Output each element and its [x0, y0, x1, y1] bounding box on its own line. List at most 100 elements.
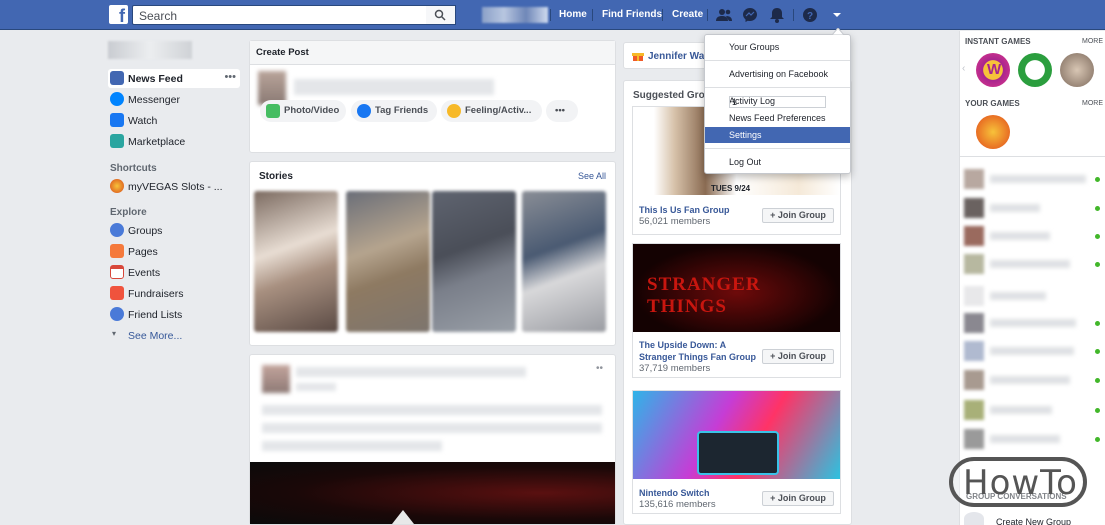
post-composer-input[interactable] — [294, 79, 494, 95]
chat-contact[interactable] — [964, 341, 1102, 361]
group-name[interactable]: The Upside Down: A Stranger Things Fan G… — [639, 339, 763, 363]
join-group-button[interactable]: + Join Group — [762, 349, 834, 364]
menu-item-label: Advertising on Facebook — [729, 69, 829, 79]
post-media[interactable] — [250, 462, 615, 524]
sidebar-item-label: Messenger — [128, 94, 180, 106]
group-card-stranger-things: STRANGER THINGS The Upside Down: A Stran… — [632, 243, 841, 378]
game-icon[interactable]: W — [976, 53, 1010, 87]
menu-item-activity-log[interactable]: Activity Log 1 — [705, 93, 850, 109]
avatar — [964, 254, 984, 274]
story-thumbnail[interactable] — [254, 191, 338, 332]
chevron-left-icon[interactable]: ‹ — [962, 63, 965, 74]
see-more-link[interactable]: ▾ See More... — [108, 326, 240, 345]
see-all-link[interactable]: See All — [578, 171, 606, 181]
sidebar-item-label: myVEGAS Slots - ... — [128, 181, 223, 193]
more-actions-button[interactable]: ••• — [546, 100, 578, 122]
solitaire-game-icon[interactable] — [1018, 53, 1052, 87]
watch-icon — [110, 113, 124, 127]
create-link[interactable]: Create — [672, 9, 703, 20]
nav-divider — [707, 9, 708, 21]
search-button[interactable] — [426, 5, 456, 25]
online-status-icon — [1095, 349, 1100, 354]
group-banner-image[interactable]: STRANGER THINGS — [633, 244, 840, 332]
events-calendar-icon — [110, 265, 124, 279]
menu-item-log-out[interactable]: Log Out — [705, 154, 850, 170]
story-thumbnail[interactable] — [346, 191, 430, 332]
help-icon[interactable]: ? — [801, 6, 819, 24]
chat-contact[interactable] — [964, 198, 1102, 218]
user-profile-link[interactable] — [108, 41, 192, 59]
sidebar-item-watch[interactable]: Watch — [108, 111, 240, 130]
chat-contact[interactable] — [964, 226, 1102, 246]
sidebar-item-groups[interactable]: Groups — [108, 221, 240, 240]
birthday-name: Jennifer War — [648, 51, 709, 62]
story-thumbnail[interactable] — [432, 191, 516, 332]
tag-friends-button[interactable]: Tag Friends — [351, 100, 437, 122]
online-status-icon — [1095, 234, 1100, 239]
account-menu-chevron-down-icon[interactable] — [828, 6, 846, 24]
sidebar-item-myvegas-slots[interactable]: myVEGAS Slots - ... — [108, 177, 240, 196]
sidebar-item-label: Events — [128, 267, 161, 279]
myvegas-slots-game-icon[interactable] — [976, 115, 1010, 149]
activity-log-badge: 1 — [729, 96, 826, 108]
contact-name — [990, 376, 1070, 384]
profile-link[interactable] — [482, 7, 548, 23]
menu-item-news-feed-preferences[interactable]: News Feed Preferences — [705, 110, 850, 126]
group-name[interactable]: Nintendo Switch — [639, 487, 710, 499]
sidebar-item-events[interactable]: Events — [108, 263, 240, 282]
more-options-icon[interactable]: •• — [596, 363, 603, 374]
game-icon[interactable] — [1060, 53, 1094, 87]
notifications-bell-icon[interactable] — [768, 6, 786, 24]
sidebar-item-friend-lists[interactable]: Friend Lists — [108, 305, 240, 324]
feeling-activity-button[interactable]: Feeling/Activ... — [441, 100, 542, 122]
menu-item-your-groups[interactable]: Your Groups — [705, 39, 850, 55]
more-options-icon[interactable]: ••• — [224, 71, 236, 83]
avatar — [262, 365, 290, 393]
your-games-more-link[interactable]: MORE — [1082, 100, 1103, 107]
banner-text: STRANGER THINGS — [647, 274, 761, 317]
chat-contact[interactable] — [964, 313, 1102, 333]
chat-contact[interactable] — [964, 254, 1102, 274]
join-group-button[interactable]: + Join Group — [762, 491, 834, 506]
avatar — [964, 429, 984, 449]
menu-divider — [705, 148, 850, 149]
sidebar-item-marketplace[interactable]: Marketplace — [108, 132, 240, 151]
chat-contact[interactable] — [964, 370, 1102, 390]
menu-item-advertising[interactable]: Advertising on Facebook — [705, 66, 850, 82]
facebook-logo-icon[interactable]: f — [109, 5, 128, 24]
contact-name — [990, 319, 1076, 327]
create-post-title: Create Post — [256, 47, 309, 58]
chat-contact[interactable] — [964, 169, 1102, 189]
search-placeholder: Search — [139, 9, 178, 23]
photo-video-label: Photo/Video — [284, 105, 340, 116]
banner-text: TUES 9/24 — [711, 184, 751, 193]
photo-video-button[interactable]: Photo/Video — [260, 100, 346, 122]
group-name[interactable]: This Is Us Fan Group — [639, 204, 730, 216]
messenger-icon[interactable] — [741, 6, 759, 24]
suggested-groups-title: Suggested Grou — [633, 90, 711, 101]
chat-contact[interactable] — [964, 400, 1102, 420]
sidebar-item-label: Marketplace — [128, 136, 186, 148]
search-input[interactable]: Search — [132, 5, 456, 25]
avatar — [964, 400, 984, 420]
create-new-group-button[interactable]: Create New Group — [964, 512, 1100, 525]
instant-games-heading: INSTANT GAMES — [965, 37, 1031, 46]
friend-requests-icon[interactable] — [715, 6, 733, 24]
sidebar-item-fundraisers[interactable]: Fundraisers — [108, 284, 240, 303]
sidebar-item-messenger[interactable]: Messenger — [108, 90, 240, 109]
join-group-button[interactable]: + Join Group — [762, 208, 834, 223]
home-link[interactable]: Home — [559, 9, 587, 20]
sidebar-item-news-feed[interactable]: News Feed ••• — [108, 69, 240, 88]
birthday-reminder[interactable]: Jennifer War — [623, 42, 713, 69]
join-group-label: Join Group — [777, 493, 826, 503]
tag-friends-label: Tag Friends — [375, 105, 429, 116]
contact-name — [990, 260, 1070, 268]
sidebar-item-pages[interactable]: Pages — [108, 242, 240, 261]
menu-item-settings[interactable]: Settings — [705, 127, 850, 143]
find-friends-link[interactable]: Find Friends — [602, 9, 662, 20]
group-banner-image[interactable] — [633, 391, 840, 479]
chat-contact[interactable] — [964, 286, 1102, 306]
chat-contact[interactable] — [964, 429, 1102, 449]
story-thumbnail[interactable] — [522, 191, 606, 332]
instant-games-more-link[interactable]: MORE — [1082, 38, 1103, 45]
